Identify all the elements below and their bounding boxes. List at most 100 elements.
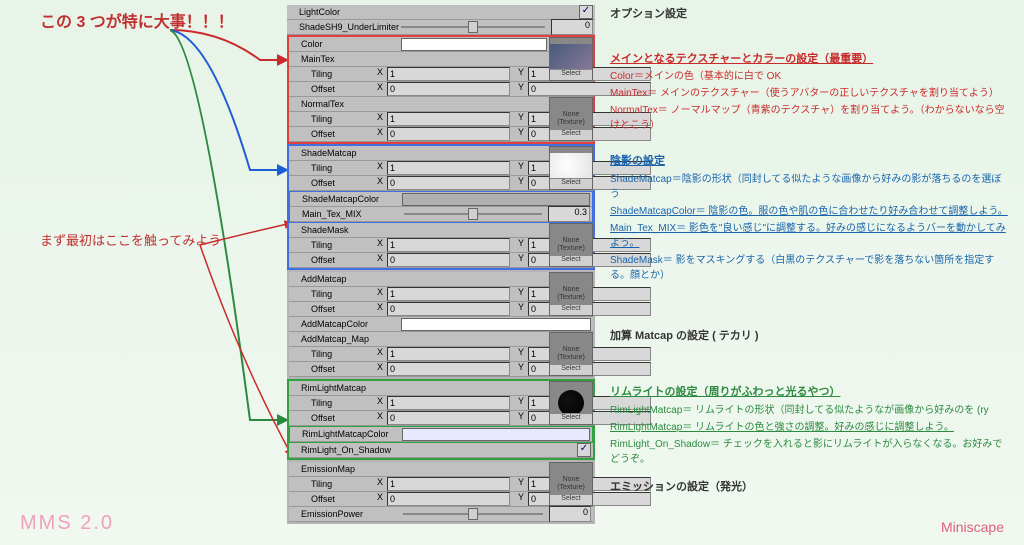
texture-slot-shadematcap[interactable]: Select bbox=[549, 146, 593, 190]
desc-shadematcap: ShadeMatcap＝陰影の形状（同封してる似たような画像から好みの影が落ちる… bbox=[610, 172, 1010, 202]
row-maintexmix: Main_Tex_MIX 0.3 bbox=[290, 207, 592, 222]
checkbox-rimonshadow[interactable]: ✓ bbox=[577, 443, 591, 457]
label-offset: Offset bbox=[291, 84, 371, 94]
heading-main: メインとなるテクスチャーとカラーの設定（最重要） bbox=[610, 51, 1010, 68]
slider-maintexmix[interactable] bbox=[404, 208, 542, 220]
row-addmatcapcolor: AddMatcapColor bbox=[289, 317, 593, 332]
select-button[interactable]: Select bbox=[550, 494, 592, 505]
checkbox-lightcolor[interactable]: ✓ bbox=[579, 5, 593, 19]
row-rimlightonshadow: RimLight_On_Shadow ✓ bbox=[289, 443, 593, 458]
texture-slot-maintex[interactable]: Select bbox=[549, 37, 593, 81]
none-texture-icon: None(Texture) bbox=[557, 476, 585, 491]
desc-shadematcapcolor: ShadeMatcapColor＝ 陰影の色。服の色や肌の色に合わせたり好み合わ… bbox=[610, 204, 1010, 219]
label-emissionmap: EmissionMap bbox=[291, 464, 401, 474]
logo-miniscape: Miniscape bbox=[941, 519, 1004, 535]
label-tiling: Tiling bbox=[291, 69, 371, 79]
label-addmatcapcolor: AddMatcapColor bbox=[291, 319, 401, 329]
input-emission-ox[interactable] bbox=[387, 492, 510, 506]
label-color: Color bbox=[291, 39, 401, 49]
input-rimlight-tx[interactable] bbox=[387, 396, 510, 410]
row-emissionpower: EmissionPower 0 bbox=[289, 507, 593, 522]
desc-rimlightcolor: RimLightMatcap＝ リムライトの色と強さの調整。好みの感じに調整しよ… bbox=[610, 420, 1010, 435]
select-button[interactable]: Select bbox=[550, 304, 592, 315]
input-shademask-tx[interactable] bbox=[387, 238, 510, 252]
input-rimlight-ox[interactable] bbox=[387, 411, 510, 425]
slider-shadesh9[interactable] bbox=[401, 21, 545, 33]
value-shadesh9[interactable]: 0 bbox=[551, 19, 593, 35]
input-maintex-ox[interactable] bbox=[387, 82, 510, 96]
select-button[interactable]: Select bbox=[550, 178, 592, 189]
logo-mms: MMS 2.0 bbox=[20, 512, 114, 535]
label-rimlightmatcap: RimLightMatcap bbox=[291, 383, 401, 393]
input-shadematcap-tx[interactable] bbox=[387, 161, 510, 175]
label-normaltex: NormalTex bbox=[291, 99, 401, 109]
value-emissionpower[interactable]: 0 bbox=[549, 506, 591, 522]
none-texture-icon: None(Texture) bbox=[557, 346, 585, 361]
input-normaltex-tx[interactable] bbox=[387, 112, 510, 126]
row-shadematcapcolor: ShadeMatcapColor bbox=[290, 192, 592, 207]
label-addmatcap: AddMatcap bbox=[291, 274, 401, 284]
row-shadesh9: ShadeSH9_UnderLimiter 0 bbox=[287, 20, 595, 35]
desc-maintexmix: Main_Tex_MIX＝ 影色を"良い感じ"に調整する。好みの感じになるようバ… bbox=[610, 221, 1010, 251]
none-texture-icon: None(Texture) bbox=[557, 286, 585, 301]
explanation-column: オプション設定 メインとなるテクスチャーとカラーの設定（最重要） Color＝メ… bbox=[610, 6, 1010, 505]
subsection-shadematcapcolor: ShadeMatcapColor Main_Tex_MIX 0.3 bbox=[289, 191, 593, 223]
label-rimcolor: RimLightMatcapColor bbox=[292, 429, 402, 439]
label-addmatcapmap: AddMatcap_Map bbox=[291, 334, 401, 344]
desc-maintex: MainTex＝ メインのテクスチャー（使うアバターの正しいテクスチャを割り当て… bbox=[610, 86, 1010, 101]
input-maintex-tx[interactable] bbox=[387, 67, 510, 81]
desc-color: Color＝メインの色（基本的に白で OK bbox=[610, 69, 1010, 84]
input-shademask-ox[interactable] bbox=[387, 253, 510, 267]
heading-rimlight: リムライトの設定（周りがふわっと光るやつ） bbox=[610, 384, 1010, 401]
none-texture-icon: None(Texture) bbox=[557, 111, 585, 126]
input-addmatcap-ox[interactable] bbox=[387, 302, 510, 316]
section-rimlight: RimLightMatcap Tiling XY Offset XY Selec… bbox=[287, 379, 595, 460]
label-lightcolor: LightColor bbox=[289, 7, 399, 17]
texture-slot-rimlight[interactable]: Select bbox=[549, 381, 593, 425]
input-addmatcapmap-tx[interactable] bbox=[387, 347, 510, 361]
select-button[interactable]: Select bbox=[550, 69, 592, 80]
heading-emission: エミッションの設定（発光） bbox=[610, 479, 1010, 496]
colorfield-addmatcap[interactable] bbox=[401, 318, 591, 331]
texture-slot-shademask[interactable]: None(Texture) Select bbox=[549, 223, 593, 267]
select-button[interactable]: Select bbox=[550, 413, 592, 424]
inspector-panel: LightColor ✓ ShadeSH9_UnderLimiter 0 Col… bbox=[287, 5, 595, 524]
desc-rimlightonshadow: RimLight_On_Shadow＝ チェックを入れると影にリムライトが入らな… bbox=[610, 437, 1010, 467]
heading-option: オプション設定 bbox=[610, 6, 1010, 23]
label-maintexmix: Main_Tex_MIX bbox=[292, 209, 402, 219]
select-button[interactable]: Select bbox=[550, 364, 592, 375]
desc-rimlightmatcap: RimLightMatcap＝ リムライトの形状（同封してる似たようなが画像から… bbox=[610, 403, 1010, 418]
value-maintexmix[interactable]: 0.3 bbox=[548, 206, 590, 222]
texture-slot-addmatcapmap[interactable]: None(Texture) Select bbox=[549, 332, 593, 376]
section-addmatcap: AddMatcap Tiling XY Offset XY None(Textu… bbox=[287, 270, 595, 379]
colorfield-color[interactable] bbox=[401, 38, 547, 51]
label-shademask: ShadeMask bbox=[291, 225, 401, 235]
texture-slot-emission[interactable]: None(Texture) Select bbox=[549, 462, 593, 506]
texture-slot-addmatcap[interactable]: None(Texture) Select bbox=[549, 272, 593, 316]
section-main: Color MainTex Tiling X Y Offset X Y Sele… bbox=[287, 35, 595, 144]
select-button[interactable]: Select bbox=[550, 255, 592, 266]
heading-addmatcap: 加算 Matcap の設定 ( テカリ ) bbox=[610, 328, 1010, 345]
row-rimcolor: RimLightMatcapColor bbox=[290, 427, 592, 442]
subsection-rimcolor: RimLightMatcapColor bbox=[289, 426, 593, 443]
label-shadematcap: ShadeMatcap bbox=[291, 148, 401, 158]
colorfield-shadematcap[interactable] bbox=[402, 193, 590, 206]
input-addmatcap-tx[interactable] bbox=[387, 287, 510, 301]
desc-shademask: ShadeMask＝ 影をマスキングする（白黒のテクスチャーで影を落ちない箇所を… bbox=[610, 253, 1010, 283]
select-button[interactable]: Select bbox=[550, 129, 592, 140]
input-normaltex-ox[interactable] bbox=[387, 127, 510, 141]
label-shadesh9: ShadeSH9_UnderLimiter bbox=[289, 22, 399, 32]
heading-shade: 陰影の設定 bbox=[610, 153, 1010, 170]
annotation-important: この 3 つが特に大事！！！ bbox=[40, 8, 234, 32]
label-emissionpower: EmissionPower bbox=[291, 509, 401, 519]
input-addmatcapmap-ox[interactable] bbox=[387, 362, 510, 376]
label-rimonshadow: RimLight_On_Shadow bbox=[291, 445, 401, 455]
section-emission: EmissionMap Tiling XY Offset XY None(Tex… bbox=[287, 460, 595, 524]
colorfield-rimlight[interactable] bbox=[402, 428, 590, 441]
texture-slot-normaltex[interactable]: None(Texture) Select bbox=[549, 97, 593, 141]
row-lightcolor: LightColor ✓ bbox=[287, 5, 595, 20]
section-shade: ShadeMatcap Tiling XY Offset XY Select S… bbox=[287, 144, 595, 270]
slider-emissionpower[interactable] bbox=[403, 508, 543, 520]
input-shadematcap-ox[interactable] bbox=[387, 176, 510, 190]
input-emission-tx[interactable] bbox=[387, 477, 510, 491]
